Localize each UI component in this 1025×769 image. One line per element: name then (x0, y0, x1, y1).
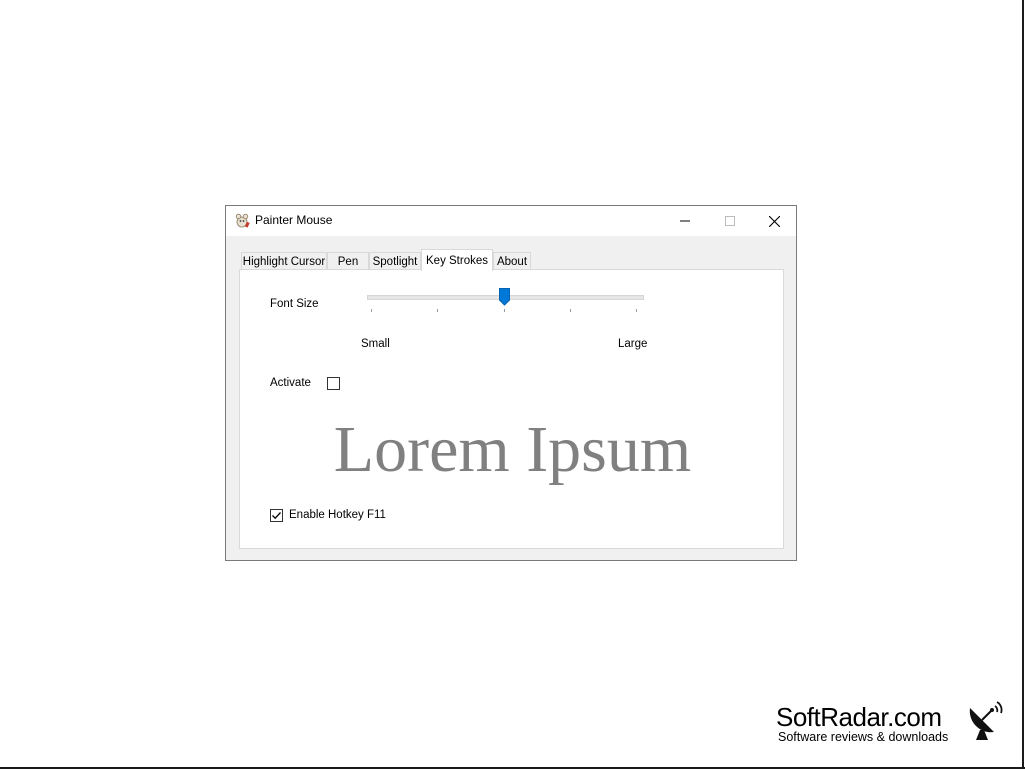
slider-min-label: Small (361, 338, 390, 350)
tab-about[interactable]: About (493, 252, 531, 270)
screen: Painter Mouse Highlight Cursor Pen Spotl… (0, 0, 1025, 769)
title-bar[interactable]: Painter Mouse (226, 206, 796, 236)
tab-spotlight[interactable]: Spotlight (369, 252, 421, 270)
slider-max-label: Large (618, 338, 648, 350)
tab-highlight-cursor[interactable]: Highlight Cursor (241, 252, 327, 270)
checkmark-icon (272, 512, 281, 520)
window-title: Painter Mouse (255, 213, 333, 227)
minimize-icon (679, 220, 690, 222)
painter-mouse-window: Painter Mouse Highlight Cursor Pen Spotl… (225, 205, 797, 561)
tab-pen[interactable]: Pen (327, 252, 369, 270)
slider-tick (371, 309, 372, 312)
close-icon (769, 215, 780, 227)
maximize-button[interactable] (707, 206, 752, 236)
satellite-dish-logo-icon (969, 701, 1003, 740)
slider-tick (636, 309, 637, 312)
close-button[interactable] (752, 206, 797, 236)
minimize-button[interactable] (662, 206, 707, 236)
slider-tick (437, 309, 438, 312)
painter-mouse-app-icon (235, 213, 250, 228)
activate-checkbox[interactable] (327, 377, 340, 390)
watermark-tagline: Software reviews & downloads (778, 730, 949, 744)
key-strokes-panel: Font Size Small Large Activate Lorem Ips… (239, 269, 784, 549)
enable-hotkey-checkbox[interactable] (270, 509, 283, 522)
tab-key-strokes[interactable]: Key Strokes (421, 249, 493, 271)
font-size-label: Font Size (270, 298, 319, 310)
slider-tick (570, 309, 571, 312)
slider-tick (504, 309, 505, 312)
activate-label: Activate (270, 377, 311, 389)
screen-right-edge (1022, 0, 1024, 769)
watermark-brand: SoftRadar.com (776, 702, 942, 732)
preview-text: Lorem Ipsum (333, 413, 692, 486)
maximize-icon (724, 216, 735, 226)
enable-hotkey-label[interactable]: Enable Hotkey F11 (289, 509, 386, 521)
softradar-watermark: SoftRadar.com Software reviews & downloa… (776, 700, 1011, 750)
font-size-slider-thumb[interactable] (499, 288, 510, 306)
